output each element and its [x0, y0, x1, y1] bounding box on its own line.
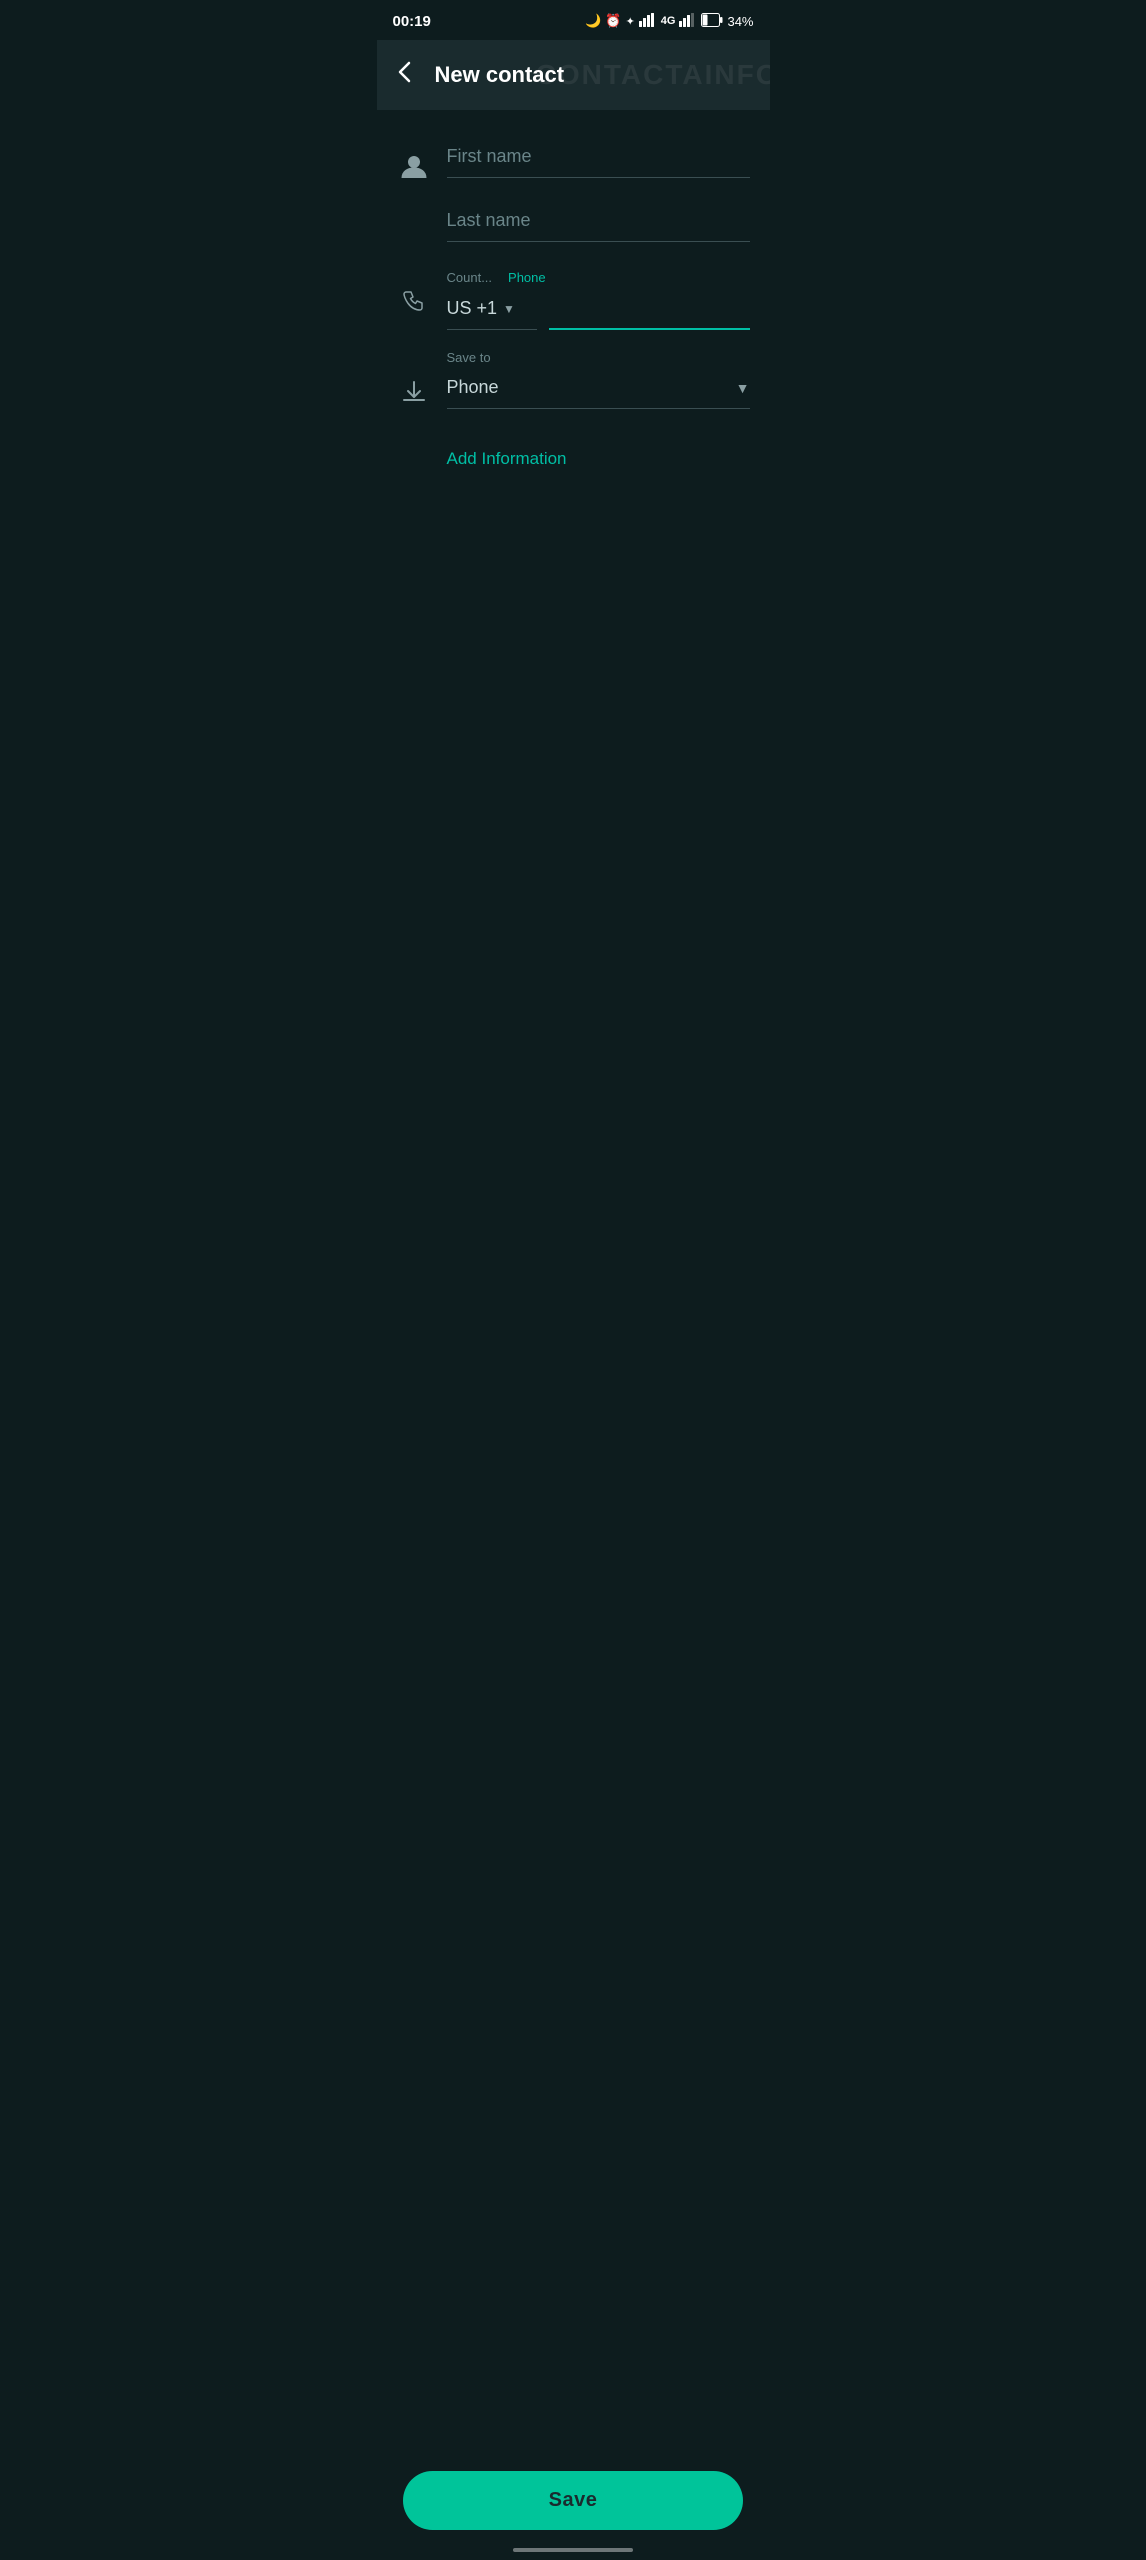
page-title: New contact — [435, 62, 565, 88]
header-watermark: CONTACTAINFO — [536, 59, 770, 91]
phone-fields: Count... Phone US +1 ▼ — [447, 270, 750, 330]
phone-input-section: US +1 ▼ — [447, 289, 750, 330]
save-icon — [397, 378, 431, 413]
save-to-value: Phone — [447, 377, 499, 398]
person-icon — [397, 152, 431, 189]
status-icons: 🌙 ⏰ ✦ 4G 34% — [585, 13, 753, 30]
phone-number-input[interactable] — [549, 289, 750, 330]
last-name-input[interactable] — [447, 198, 750, 242]
phone-field-label: Phone — [508, 270, 546, 285]
battery-percent: 34% — [727, 14, 753, 29]
header: New contact CONTACTAINFO — [377, 40, 770, 110]
save-button-container: Save — [403, 2471, 743, 2530]
back-button[interactable] — [393, 59, 419, 92]
phone-icon — [397, 288, 431, 323]
signal-icon-2 — [679, 13, 697, 30]
phone-number-wrapper — [549, 289, 750, 330]
name-fields — [447, 134, 750, 262]
signal-icon — [639, 13, 657, 30]
save-button[interactable]: Save — [403, 2471, 743, 2530]
save-to-label: Save to — [447, 350, 750, 365]
save-to-content: Save to Phone ▼ — [447, 350, 750, 409]
country-selector[interactable]: US +1 ▼ — [447, 290, 537, 330]
status-time: 00:19 — [393, 13, 431, 30]
phone-row: Count... Phone US +1 ▼ — [397, 270, 750, 330]
country-dropdown-arrow: ▼ — [503, 302, 515, 316]
moon-icon: 🌙 — [585, 13, 601, 29]
save-to-select[interactable]: Phone ▼ — [447, 369, 750, 409]
phone-label-row: Count... Phone — [447, 270, 750, 289]
battery-icon — [701, 13, 723, 30]
alarm-icon: ⏰ — [605, 13, 621, 29]
select-dropdown-arrow: ▼ — [736, 380, 750, 396]
bluetooth-icon: ✦ — [626, 15, 635, 28]
country-label: Count... — [447, 270, 493, 285]
4g-label: 4G — [661, 15, 676, 27]
form-container: Count... Phone US +1 ▼ Save to — [377, 110, 770, 501]
first-name-input[interactable] — [447, 134, 750, 178]
country-code: US +1 — [447, 298, 498, 319]
add-information-button[interactable]: Add Information — [447, 441, 750, 477]
first-name-row — [397, 134, 750, 262]
status-bar: 00:19 🌙 ⏰ ✦ 4G — [377, 0, 770, 40]
bottom-indicator — [513, 2548, 633, 2552]
save-to-section: Save to Phone ▼ — [397, 350, 750, 413]
